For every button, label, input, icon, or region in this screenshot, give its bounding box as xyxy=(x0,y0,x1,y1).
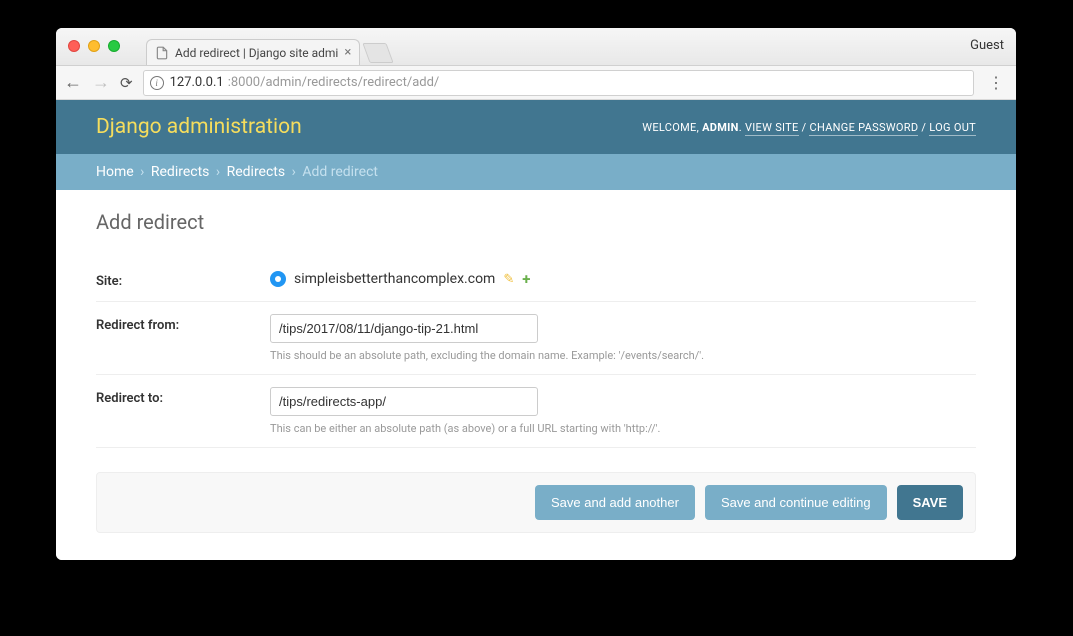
window-controls xyxy=(56,28,120,52)
browser-toolbar: ← → ⟳ i 127.0.0.1 :8000/admin/redirects/r… xyxy=(56,66,1016,100)
tab-title: Add redirect | Django site admi xyxy=(175,46,338,60)
django-header: Django administration WELCOME, ADMIN. VI… xyxy=(56,100,1016,154)
url-host: 127.0.0.1 xyxy=(170,75,224,90)
browser-menu-button[interactable]: ⋮ xyxy=(984,73,1008,92)
user-tools: WELCOME, ADMIN. VIEW SITE / CHANGE PASSW… xyxy=(642,121,976,134)
close-window-button[interactable] xyxy=(68,40,80,52)
redirect-to-help: This can be either an absolute path (as … xyxy=(270,422,976,435)
breadcrumb-current: Add redirect xyxy=(302,164,378,180)
profile-label[interactable]: Guest xyxy=(970,38,1004,53)
page-icon xyxy=(155,46,169,60)
tab-strip: Add redirect | Django site admi × xyxy=(146,39,390,65)
breadcrumb-section[interactable]: Redirects xyxy=(151,164,210,180)
reload-button[interactable]: ⟳ xyxy=(120,74,133,92)
save-continue-button[interactable]: Save and continue editing xyxy=(705,485,887,520)
back-button[interactable]: ← xyxy=(64,72,82,93)
site-value: simpleisbetterthancomplex.com xyxy=(294,271,495,287)
log-out-link[interactable]: LOG OUT xyxy=(929,121,976,136)
site-label: Site: xyxy=(96,270,270,289)
redirect-to-label: Redirect to: xyxy=(96,387,270,406)
breadcrumb-separator: › xyxy=(137,164,147,180)
redirect-from-help: This should be an absolute path, excludi… xyxy=(270,349,976,362)
breadcrumb-separator: › xyxy=(289,164,299,180)
titlebar: Add redirect | Django site admi × Guest xyxy=(56,28,1016,66)
save-button[interactable]: SAVE xyxy=(897,485,963,520)
breadcrumb-model[interactable]: Redirects xyxy=(227,164,286,180)
maximize-window-button[interactable] xyxy=(108,40,120,52)
welcome-text: WELCOME, xyxy=(642,121,702,134)
browser-tab[interactable]: Add redirect | Django site admi × xyxy=(146,39,360,65)
page-title: Add redirect xyxy=(96,210,976,234)
url-path: :8000/admin/redirects/redirect/add/ xyxy=(228,75,440,90)
view-site-link[interactable]: VIEW SITE xyxy=(745,121,799,136)
username: ADMIN xyxy=(702,121,739,134)
change-password-link[interactable]: CHANGE PASSWORD xyxy=(809,121,918,136)
new-tab-button[interactable] xyxy=(363,43,394,63)
site-radio[interactable] xyxy=(270,271,286,287)
minimize-window-button[interactable] xyxy=(88,40,100,52)
add-site-icon[interactable]: + xyxy=(522,270,530,288)
form-row-redirect-to: Redirect to: This can be either an absol… xyxy=(96,375,976,448)
breadcrumb-separator: › xyxy=(213,164,223,180)
form-row-site: Site: simpleisbetterthancomplex.com ✎ + xyxy=(96,258,976,302)
page-content: Django administration WELCOME, ADMIN. VI… xyxy=(56,100,1016,560)
form-content: Add redirect Site: simpleisbetterthancom… xyxy=(56,190,1016,553)
close-tab-icon[interactable]: × xyxy=(344,45,351,60)
redirect-from-input[interactable] xyxy=(270,314,538,343)
browser-window: Add redirect | Django site admi × Guest … xyxy=(56,28,1016,560)
redirect-from-label: Redirect from: xyxy=(96,314,270,333)
breadcrumb-home[interactable]: Home xyxy=(96,164,134,180)
site-info-icon[interactable]: i xyxy=(150,76,164,90)
edit-site-icon[interactable]: ✎ xyxy=(503,272,514,287)
save-add-another-button[interactable]: Save and add another xyxy=(535,485,695,520)
brand-title[interactable]: Django administration xyxy=(96,115,302,139)
address-bar[interactable]: i 127.0.0.1 :8000/admin/redirects/redirec… xyxy=(143,70,974,96)
forward-button[interactable]: → xyxy=(92,72,110,93)
redirect-to-input[interactable] xyxy=(270,387,538,416)
submit-row: Save and add another Save and continue e… xyxy=(96,472,976,533)
breadcrumb: Home › Redirects › Redirects › Add redir… xyxy=(56,154,1016,190)
form-row-redirect-from: Redirect from: This should be an absolut… xyxy=(96,302,976,375)
